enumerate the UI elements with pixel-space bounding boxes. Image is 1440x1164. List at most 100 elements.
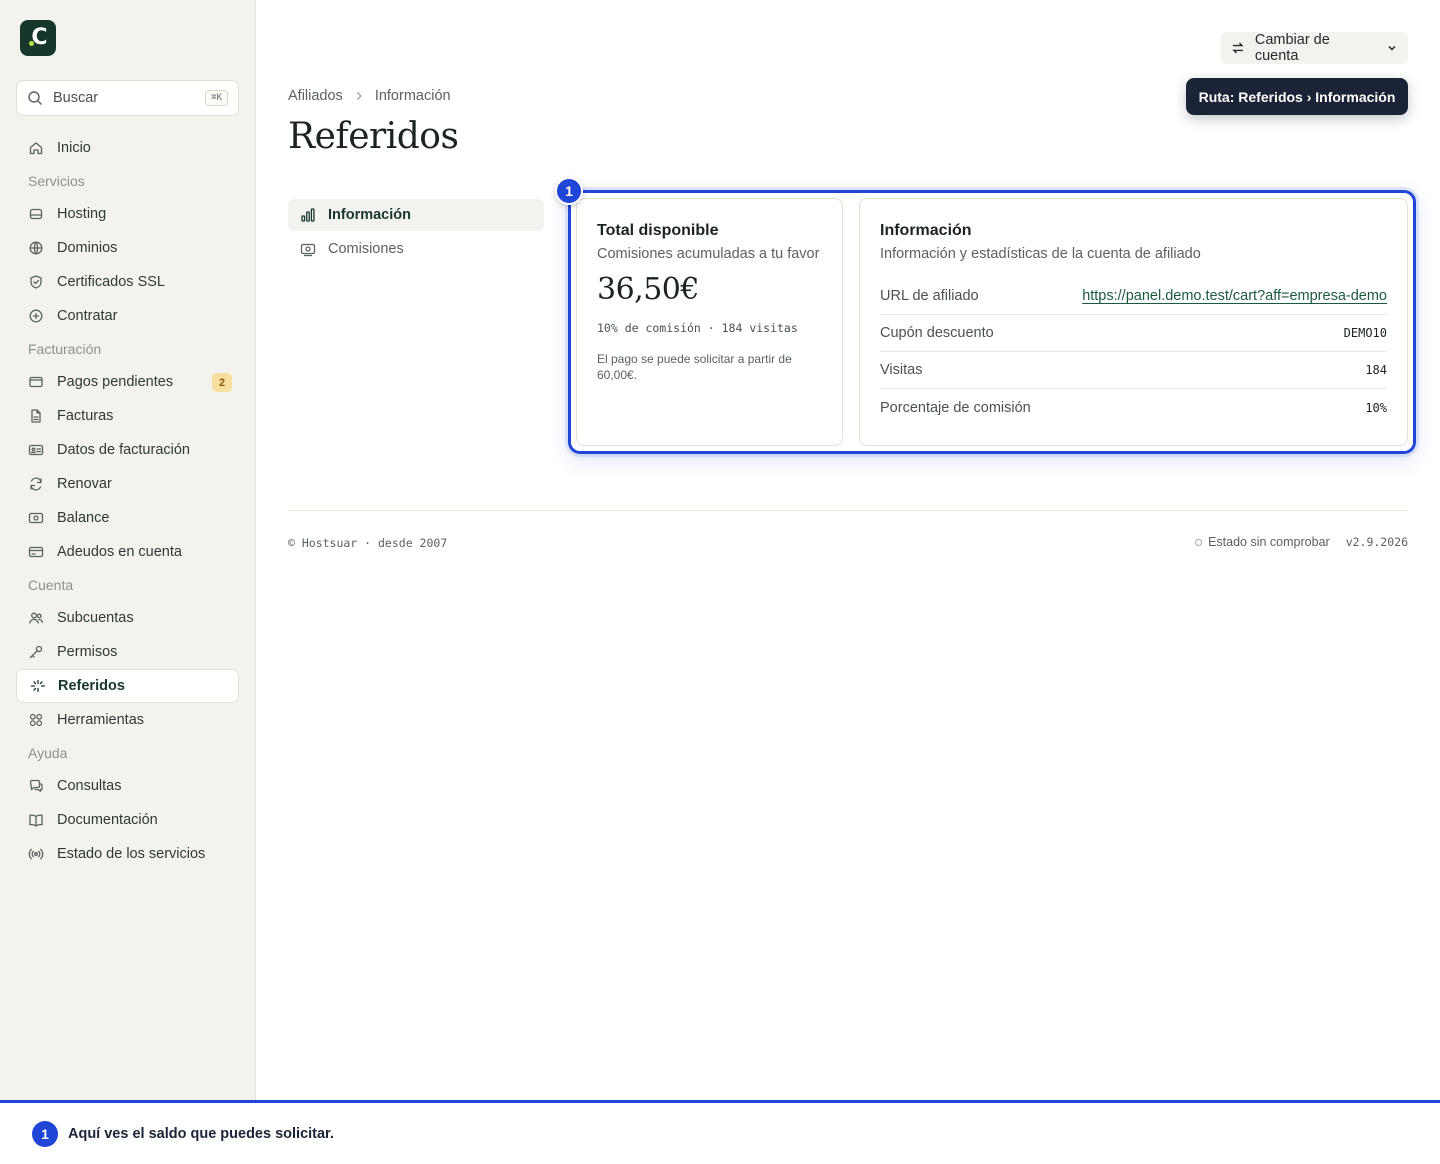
sidebar-item-pagos-pendientes[interactable]: Pagos pendientes 2: [16, 365, 239, 399]
sidebar-item-label: Adeudos en cuenta: [57, 544, 182, 560]
sidebar-item-permisos[interactable]: Permisos: [16, 635, 239, 669]
affiliate-info-card: Información Información y estadísticas d…: [859, 198, 1408, 446]
sidebar-item-label: Estado de los servicios: [57, 846, 206, 862]
tab-label: Información: [328, 207, 411, 223]
sidebar-section-heading: Ayuda: [28, 745, 68, 761]
tour-step-badge: 1: [32, 1120, 58, 1147]
sidebar-nav: Inicio Servicios Hosting Dominios Certificad…: [16, 131, 239, 871]
logo-dot: [29, 41, 34, 46]
logo-letter: C: [31, 25, 48, 50]
sidebar-item-hosting[interactable]: Hosting: [16, 197, 239, 231]
switch-account-button[interactable]: Cambiar de cuenta: [1221, 32, 1408, 64]
search-placeholder: Buscar: [53, 90, 99, 106]
card-subtitle: Comisiones acumuladas a tu favor: [597, 246, 820, 262]
sidebar-item-label: Certificados SSL: [57, 274, 165, 290]
footer-divider: [288, 510, 1408, 511]
commission-stats: 10% de comisión · 184 visitas: [597, 321, 798, 335]
bar-chart-icon: [301, 208, 315, 222]
id-card-icon: [28, 444, 44, 456]
sidebar-item-label: Documentación: [57, 812, 158, 828]
available-balance-card: Total disponible Comisiones acumuladas a…: [576, 198, 843, 446]
plus-circle-icon: [29, 309, 43, 323]
mail-icon: [29, 376, 43, 388]
swap-icon: [1232, 42, 1244, 54]
switch-account-label: Cambiar de cuenta: [1254, 32, 1330, 64]
section-tabs: Información Comisiones: [288, 199, 544, 267]
pending-count-badge: 2: [212, 373, 232, 392]
chat-icon: [29, 779, 43, 792]
coupon-code: DEMO10: [1343, 326, 1387, 340]
banknote-icon: [300, 243, 316, 257]
info-key: URL de afiliado: [880, 288, 979, 304]
card-title: Total disponible: [597, 222, 719, 239]
tour-bar: 1 Aquí ves el saldo que puedes solicitar…: [0, 1100, 1440, 1164]
sidebar-item-datos-de-facturacion[interactable]: Datos de facturación: [16, 433, 239, 467]
sidebar-item-adeudos-en-cuenta[interactable]: Adeudos en cuenta: [16, 535, 239, 569]
chevron-right-icon: [356, 92, 362, 100]
sidebar-item-dominios[interactable]: Dominios: [16, 231, 239, 265]
sidebar-item-inicio[interactable]: Inicio: [16, 131, 239, 165]
status-text[interactable]: Estado sin comprobar: [1208, 535, 1330, 549]
visits-value: 184: [1365, 363, 1387, 377]
sidebar-item-label: Hosting: [57, 206, 107, 222]
tab-comisiones[interactable]: Comisiones: [288, 233, 544, 265]
page-title: Referidos: [288, 116, 459, 157]
sidebar-item-certificados-ssl[interactable]: Certificados SSL: [16, 265, 239, 299]
sidebar-item-estado-de-los-servicios[interactable]: Estado de los servicios: [16, 837, 239, 871]
balance-amount: 36,50€: [597, 272, 699, 307]
status-indicator-icon: [1195, 538, 1203, 546]
search-icon: [28, 91, 42, 105]
book-icon: [29, 814, 43, 827]
server-icon: [29, 208, 43, 220]
search-input[interactable]: Buscar ⌘K: [16, 80, 239, 116]
sidebar-item-label: Renovar: [57, 476, 112, 492]
tour-step-marker[interactable]: 1: [555, 177, 583, 205]
tab-informacion[interactable]: Información: [288, 199, 544, 231]
sidebar-item-documentacion[interactable]: Documentación: [16, 803, 239, 837]
search-shortcut: ⌘K: [205, 90, 228, 106]
sidebar-item-contratar[interactable]: Contratar: [16, 299, 239, 333]
footer-status: Estado sin comprobar v2.9.2026: [1195, 535, 1408, 549]
info-key: Cupón descuento: [880, 325, 994, 341]
sidebar-item-herramientas[interactable]: Herramientas: [16, 703, 239, 737]
sidebar-item-label: Inicio: [57, 140, 91, 156]
info-key: Porcentaje de comisión: [880, 399, 1031, 416]
sidebar-item-label: Herramientas: [57, 712, 145, 728]
sidebar-section-heading: Servicios: [28, 173, 85, 189]
sidebar-item-label: Referidos: [58, 678, 125, 694]
sidebar-item-label: Permisos: [57, 644, 118, 660]
info-row: Cupón descuento DEMO10: [880, 315, 1387, 352]
app-version: v2.9.2026: [1345, 535, 1408, 549]
sidebar-item-consultas[interactable]: Consultas: [16, 769, 239, 803]
sidebar-item-referidos[interactable]: Referidos: [16, 669, 239, 703]
breadcrumb: Afiliados Información: [288, 88, 451, 104]
sidebar-item-renovar[interactable]: Renovar: [16, 467, 239, 501]
breadcrumb-item[interactable]: Afiliados: [288, 88, 343, 104]
users-icon: [29, 612, 43, 624]
chevron-down-icon: [1388, 45, 1396, 51]
sidebar-item-subcuentas[interactable]: Subcuentas: [16, 601, 239, 635]
sidebar-item-label: Dominios: [57, 240, 118, 256]
sidebar-item-label: Subcuentas: [57, 610, 134, 626]
key-icon: [29, 645, 43, 659]
app-logo[interactable]: C: [20, 20, 56, 56]
sidebar: C Buscar ⌘K Inicio Servicios Hosting Domini…: [0, 0, 256, 1100]
banknote-icon: [28, 512, 44, 524]
tour-message: Aquí ves el saldo que puedes solicitar.: [68, 1125, 334, 1142]
sparkles-icon: [30, 679, 45, 693]
sidebar-item-label: Contratar: [57, 308, 118, 324]
sidebar-item-balance[interactable]: Balance: [16, 501, 239, 535]
sidebar-item-label: Pagos pendientes: [57, 374, 174, 390]
footer-copyright: © Hostsuar · desde 2007: [288, 536, 448, 550]
sidebar-item-label: Balance: [57, 510, 110, 526]
affiliate-url-link[interactable]: https://panel.demo.test/cart?aff=empresa…: [1082, 288, 1387, 304]
tab-label: Comisiones: [328, 241, 404, 257]
sidebar-item-facturas[interactable]: Facturas: [16, 399, 239, 433]
sidebar-section-heading: Cuenta: [28, 577, 74, 593]
info-row: Porcentaje de comisión 10%: [880, 389, 1387, 426]
sidebar-item-label: Consultas: [57, 778, 122, 794]
card-subtitle: Información y estadísticas de la cuenta …: [880, 246, 1201, 262]
info-row: Visitas 184: [880, 352, 1387, 389]
commission-percentage: 10%: [1365, 400, 1387, 415]
credit-card-icon: [28, 546, 44, 558]
